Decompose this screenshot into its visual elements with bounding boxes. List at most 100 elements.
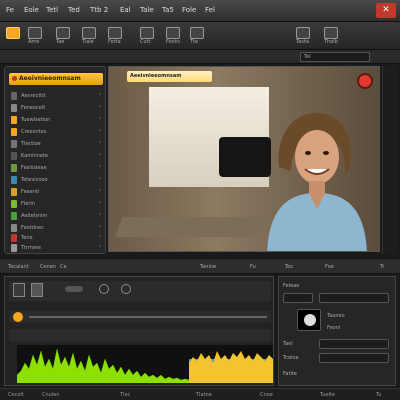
status-item: Cnoe bbox=[260, 392, 273, 398]
right-scroll-panel[interactable] bbox=[382, 66, 398, 254]
media-panel-header[interactable]: Aeeivnieeomnsam bbox=[9, 73, 103, 85]
film-icon bbox=[28, 27, 42, 39]
menu-bar: Fe Eole Tetl Ted Ttb 2 Eal Tale Ta5 Fole… bbox=[0, 0, 400, 22]
chevron-right-icon: › bbox=[98, 151, 101, 158]
inspector-field[interactable] bbox=[319, 339, 389, 349]
media-panel: Aeeivnieeomnsam Aenrecttit › Feneocelt › T… bbox=[4, 66, 106, 254]
swatch-icon bbox=[11, 164, 17, 172]
secondary-bar: Tel bbox=[0, 50, 400, 64]
inspector-panel: Feleae Taaneo Feoni Tael Tceloa Fatite bbox=[278, 276, 396, 386]
list-item[interactable]: Creoontes › bbox=[11, 127, 103, 137]
transport-item[interactable]: Tenine bbox=[200, 262, 216, 272]
inspector-label: Taaneo bbox=[327, 313, 345, 319]
chevron-right-icon: › bbox=[98, 233, 101, 240]
monitor-icon bbox=[82, 27, 96, 39]
list-item[interactable]: Kaminnete › bbox=[11, 151, 103, 161]
timeline-track[interactable] bbox=[9, 329, 271, 341]
list-item[interactable]: Ttrmere › bbox=[11, 243, 103, 253]
swatch-icon bbox=[11, 212, 17, 220]
preview-desk bbox=[115, 217, 263, 237]
chevron-right-icon: › bbox=[98, 91, 101, 98]
swatch-icon bbox=[11, 176, 17, 184]
menu-item-tile[interactable]: Tale bbox=[138, 3, 156, 17]
playhead-icon[interactable] bbox=[13, 312, 23, 322]
timeline-ruler[interactable] bbox=[9, 311, 271, 323]
transport-item[interactable]: Tr bbox=[380, 262, 384, 272]
audio-waveform-green[interactable] bbox=[17, 345, 189, 383]
list-item[interactable]: Tetevicoeo › bbox=[11, 175, 103, 185]
list-item[interactable]: Tlectioe › bbox=[11, 139, 103, 149]
transport-item[interactable]: Fu bbox=[250, 262, 256, 272]
menu-item-file[interactable]: Fe bbox=[4, 3, 16, 17]
menu-item-clip[interactable]: Eal bbox=[118, 3, 133, 17]
record-button[interactable] bbox=[359, 75, 371, 87]
video-preview[interactable]: Aeeivnieeomnsam bbox=[108, 66, 380, 252]
list-item[interactable]: Feotdnec › bbox=[11, 223, 103, 233]
swatch-icon bbox=[11, 224, 17, 232]
swatch-icon bbox=[11, 188, 17, 196]
chevron-right-icon: › bbox=[98, 243, 101, 250]
list-item[interactable]: Feneocelt › bbox=[11, 103, 103, 113]
menu-item-track[interactable]: Ttb 2 bbox=[88, 3, 110, 17]
inspector-field[interactable] bbox=[283, 293, 313, 303]
menu-item-ta5[interactable]: Ta5 bbox=[160, 3, 176, 17]
menu-item-view[interactable]: Ted bbox=[66, 3, 82, 17]
preview-title: Aeeivnieeomnsam bbox=[127, 71, 212, 82]
cursor-icon bbox=[6, 27, 20, 39]
transport-item[interactable]: Tecalant bbox=[8, 262, 29, 272]
secondary-field[interactable]: Tel bbox=[300, 52, 370, 62]
swatch-icon bbox=[11, 128, 17, 136]
menu-item-edit[interactable]: Eole bbox=[22, 3, 41, 17]
menu-item-fole[interactable]: Fole bbox=[180, 3, 198, 17]
close-icon[interactable]: ✕ bbox=[376, 3, 396, 18]
inspector-label: Feleae bbox=[283, 283, 300, 289]
chevron-right-icon: › bbox=[98, 139, 101, 146]
cut-icon bbox=[140, 27, 154, 39]
status-item: Tlatne bbox=[196, 392, 212, 398]
inspector-field[interactable] bbox=[319, 353, 389, 363]
crop-icon bbox=[108, 27, 122, 39]
status-item: Cecolt bbox=[8, 392, 24, 398]
clip-thumbnail-icon bbox=[13, 283, 25, 297]
list-item[interactable]: Feeentl › bbox=[11, 187, 103, 197]
list-item[interactable]: Aenrecttit › bbox=[11, 91, 103, 101]
trim-icon bbox=[56, 27, 70, 39]
transport-item[interactable]: Tos bbox=[285, 262, 293, 272]
settings-icon[interactable] bbox=[99, 284, 109, 294]
menu-item-fel[interactable]: Fel bbox=[203, 3, 217, 17]
menu-item-tools[interactable]: Tetl bbox=[44, 3, 60, 17]
clip-thumbnail-icon bbox=[31, 283, 43, 297]
status-item: Cnulen bbox=[42, 392, 60, 398]
list-item[interactable]: Aeitelsnim › bbox=[11, 211, 103, 221]
swatch-icon bbox=[11, 104, 17, 112]
audio-waveform-yellow[interactable] bbox=[189, 345, 273, 383]
transport-item[interactable]: Foe bbox=[325, 262, 334, 272]
list-item[interactable]: Tuewlsetion › bbox=[11, 115, 103, 125]
preview-thumbnail-icon bbox=[297, 309, 321, 331]
chevron-right-icon: › bbox=[98, 103, 101, 110]
audio-icon bbox=[190, 27, 204, 39]
transport-item[interactable]: Cenen bbox=[40, 262, 56, 272]
chevron-right-icon: › bbox=[98, 175, 101, 182]
swatch-icon bbox=[11, 140, 17, 148]
inspector-field[interactable] bbox=[319, 293, 389, 303]
transport-item[interactable]: Ca bbox=[60, 262, 67, 272]
status-item: Tlec bbox=[120, 392, 131, 398]
preview-camera-image bbox=[219, 137, 271, 177]
swatch-icon bbox=[11, 200, 17, 208]
record-dot-icon bbox=[12, 76, 17, 81]
swatch-icon bbox=[11, 92, 17, 100]
loop-icon[interactable] bbox=[121, 284, 131, 294]
preview-person-image bbox=[267, 112, 367, 251]
chevron-right-icon: › bbox=[98, 187, 101, 194]
scrubber-track[interactable] bbox=[29, 316, 267, 318]
timeline-track[interactable] bbox=[9, 281, 271, 301]
list-item[interactable]: Tene › bbox=[11, 233, 103, 243]
timeline-panel bbox=[4, 276, 274, 386]
list-item[interactable]: Fesliisleae › bbox=[11, 163, 103, 173]
effects-icon bbox=[166, 27, 180, 39]
swatch-icon bbox=[11, 116, 17, 124]
export-icon bbox=[324, 27, 338, 39]
toggle-icon[interactable] bbox=[65, 286, 83, 292]
list-item[interactable]: Flerin › bbox=[11, 199, 103, 209]
